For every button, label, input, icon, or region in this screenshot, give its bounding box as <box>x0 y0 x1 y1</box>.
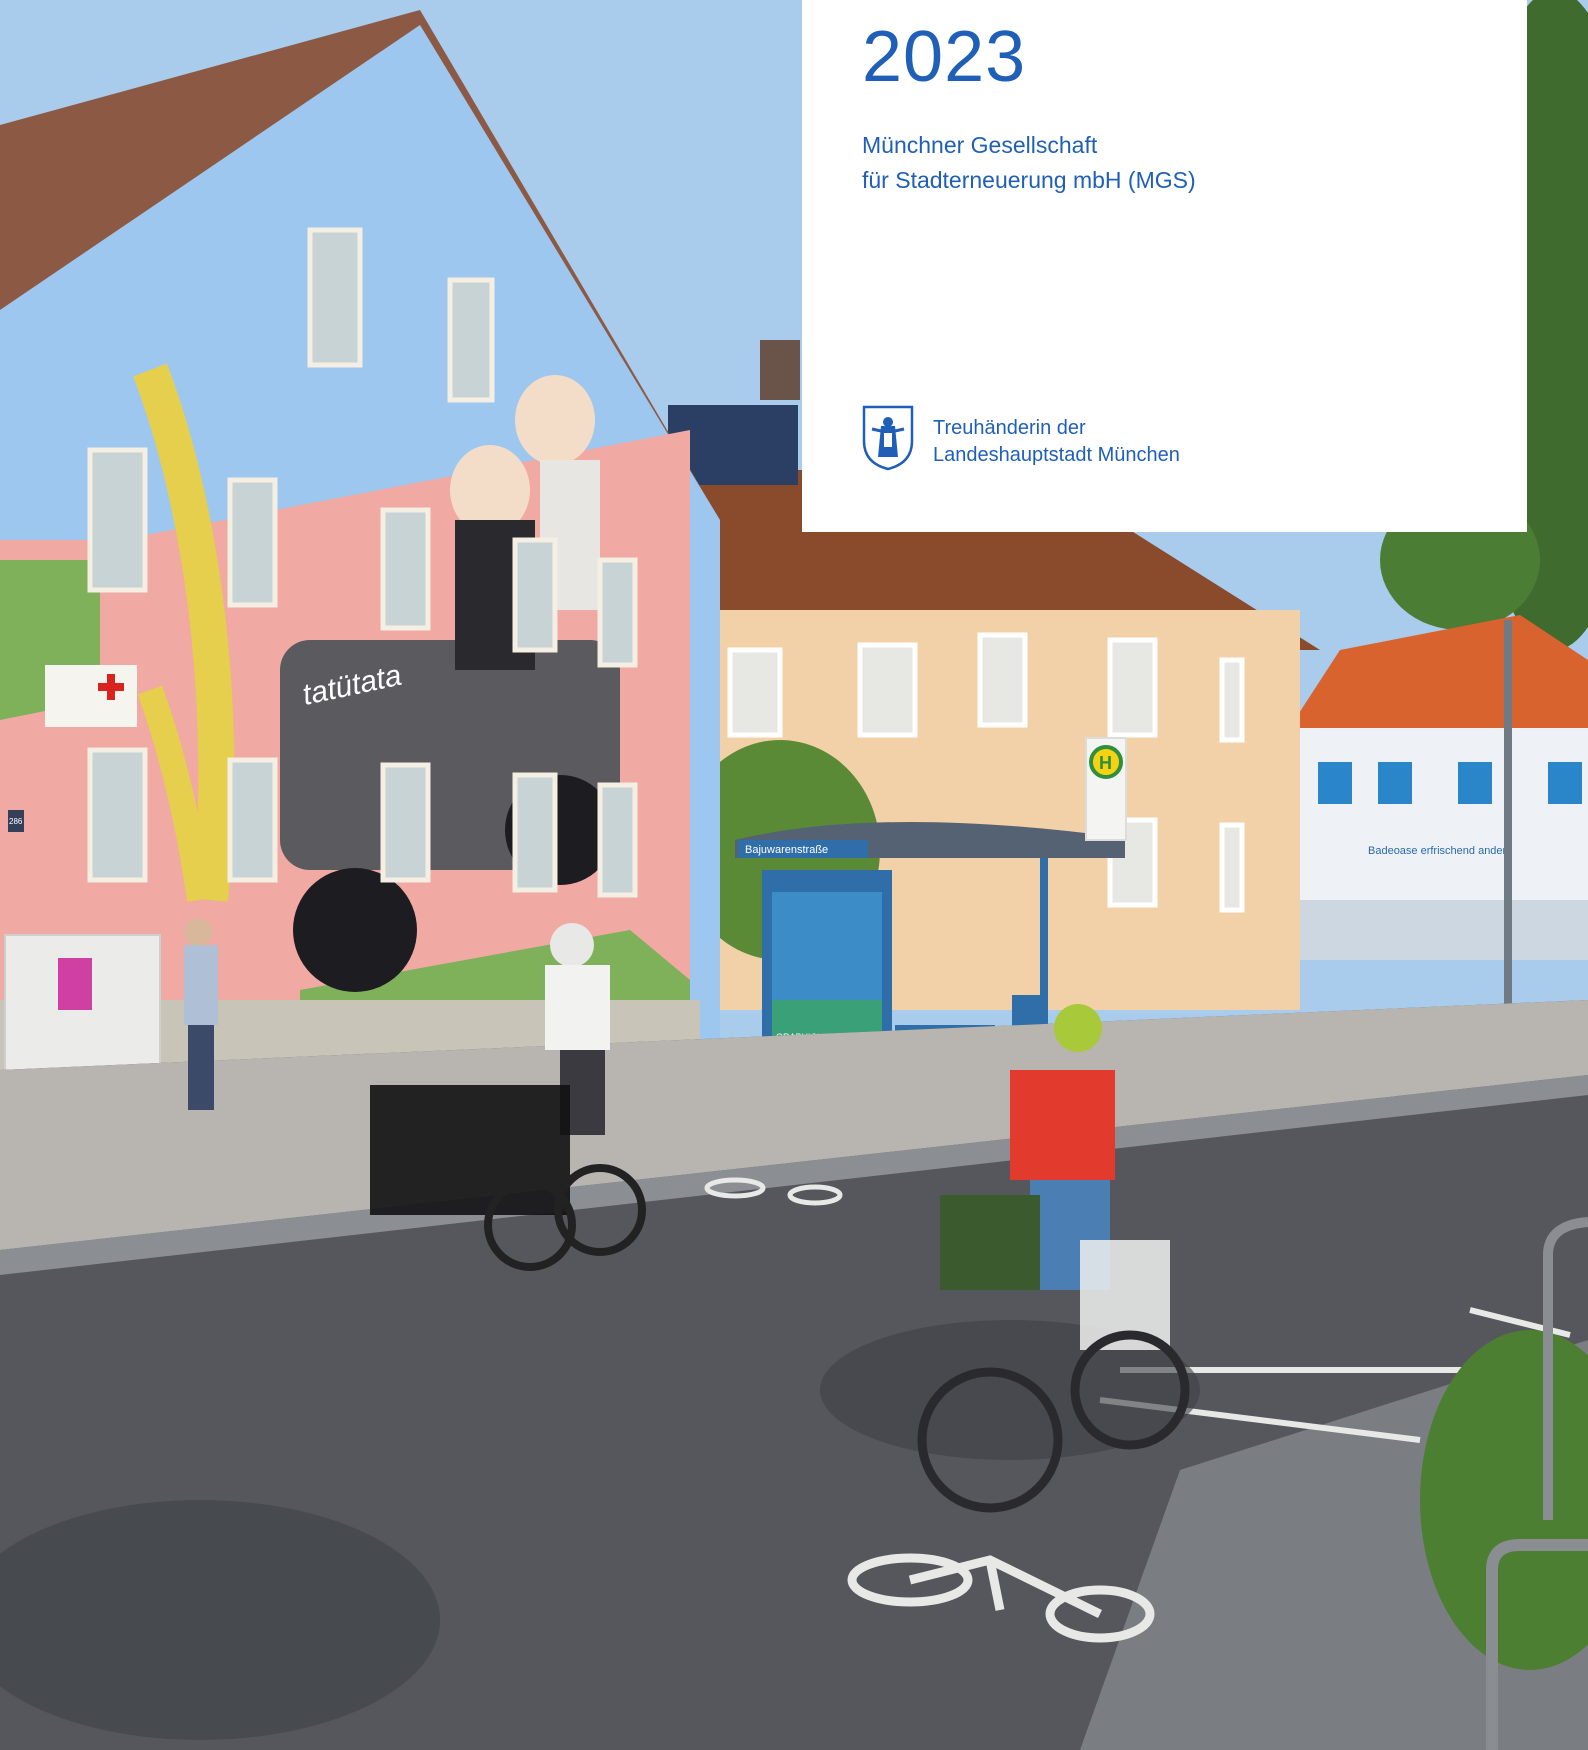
trustee-line-2: Landeshauptstadt München <box>933 444 1180 466</box>
title-panel: 2023 Münchner Gesellschaft für Stadterne… <box>802 0 1527 532</box>
bus-stop-sign: Bajuwarenstraße <box>745 844 828 856</box>
organization-name: Münchner Gesellschaft für Stadterneuerun… <box>862 128 1196 198</box>
munich-crest-icon <box>862 405 914 471</box>
shop-sign: Badeoase erfrischend anders <box>1368 845 1512 857</box>
house-number: 286 <box>9 817 23 826</box>
pedestrian <box>184 918 218 1110</box>
organization-line-2: für Stadterneuerung mbH (MGS) <box>862 167 1196 193</box>
trustee-label: Treuhänderin der Landeshauptstadt Münche… <box>933 415 1180 469</box>
organization-line-1: Münchner Gesellschaft <box>862 132 1098 158</box>
report-year: 2023 <box>862 17 1027 97</box>
white-house: Badeoase erfrischend anders <box>1288 615 1588 960</box>
bus-stop-symbol: H <box>1099 753 1112 773</box>
trustee-line-1: Treuhänderin der <box>933 417 1086 439</box>
